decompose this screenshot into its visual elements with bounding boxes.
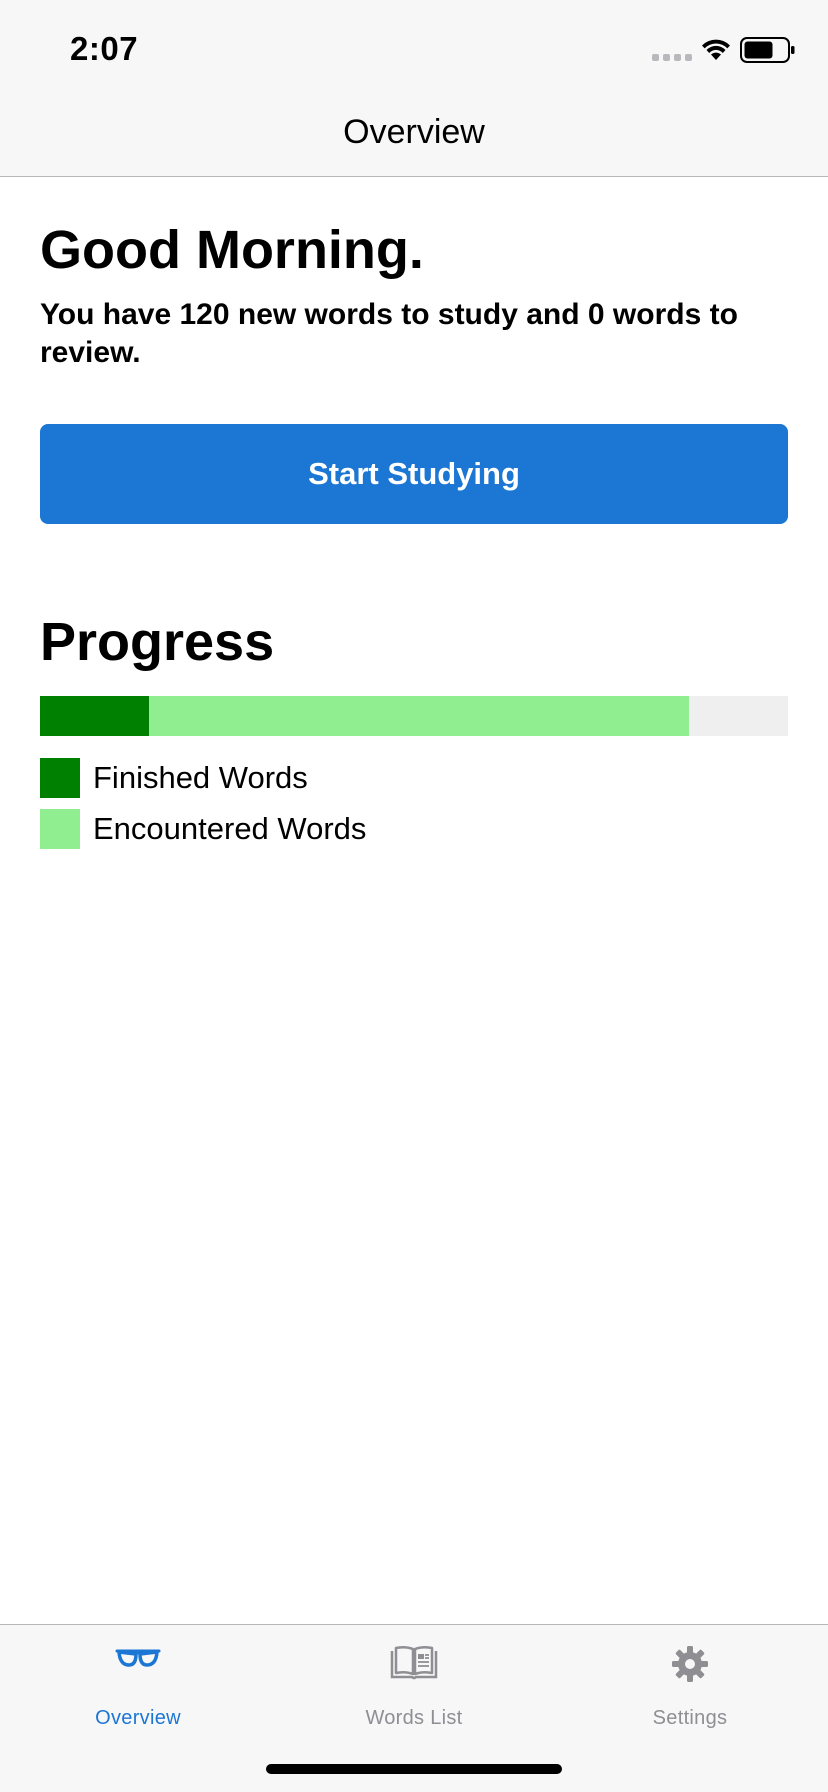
tab-settings[interactable]: Settings: [552, 1625, 828, 1735]
legend-encountered-label: Encountered Words: [93, 811, 367, 846]
nav-title: Overview: [343, 113, 485, 151]
tab-settings-label: Settings: [652, 1707, 728, 1729]
legend-encountered-swatch: [40, 809, 80, 849]
legend-encountered: Encountered Words: [40, 809, 366, 849]
glasses-icon: [115, 1649, 161, 1667]
tab-overview[interactable]: Overview: [0, 1625, 276, 1735]
greeting-heading: Good Morning.: [40, 220, 424, 280]
wifi-icon: [702, 39, 730, 60]
legend-finished: Finished Words: [40, 758, 308, 798]
gear-icon: [672, 1646, 708, 1682]
study-summary: You have 120 new words to study and 0 wo…: [40, 298, 738, 369]
battery-icon: [740, 37, 795, 63]
start-studying-button[interactable]: Start Studying: [40, 424, 788, 524]
progress-bar: [40, 696, 788, 736]
home-indicator: [266, 1764, 562, 1774]
book-icon: [390, 1645, 438, 1680]
tab-words-list[interactable]: Words List: [276, 1625, 552, 1735]
tab-words-list-label: Words List: [365, 1707, 463, 1729]
status-time: 2:07: [70, 30, 139, 67]
cellular-signal-icon: [652, 54, 692, 61]
legend-finished-label: Finished Words: [93, 760, 308, 795]
progress-finished-segment: [40, 696, 150, 736]
navigation-bar: Overview: [0, 100, 828, 177]
tab-overview-label: Overview: [95, 1707, 181, 1729]
status-bar: 2:07: [0, 0, 828, 100]
legend-finished-swatch: [40, 758, 80, 798]
progress-heading: Progress: [40, 612, 275, 672]
app-screen: 2:07 Overview Good Morning. You have 120…: [0, 0, 828, 1792]
